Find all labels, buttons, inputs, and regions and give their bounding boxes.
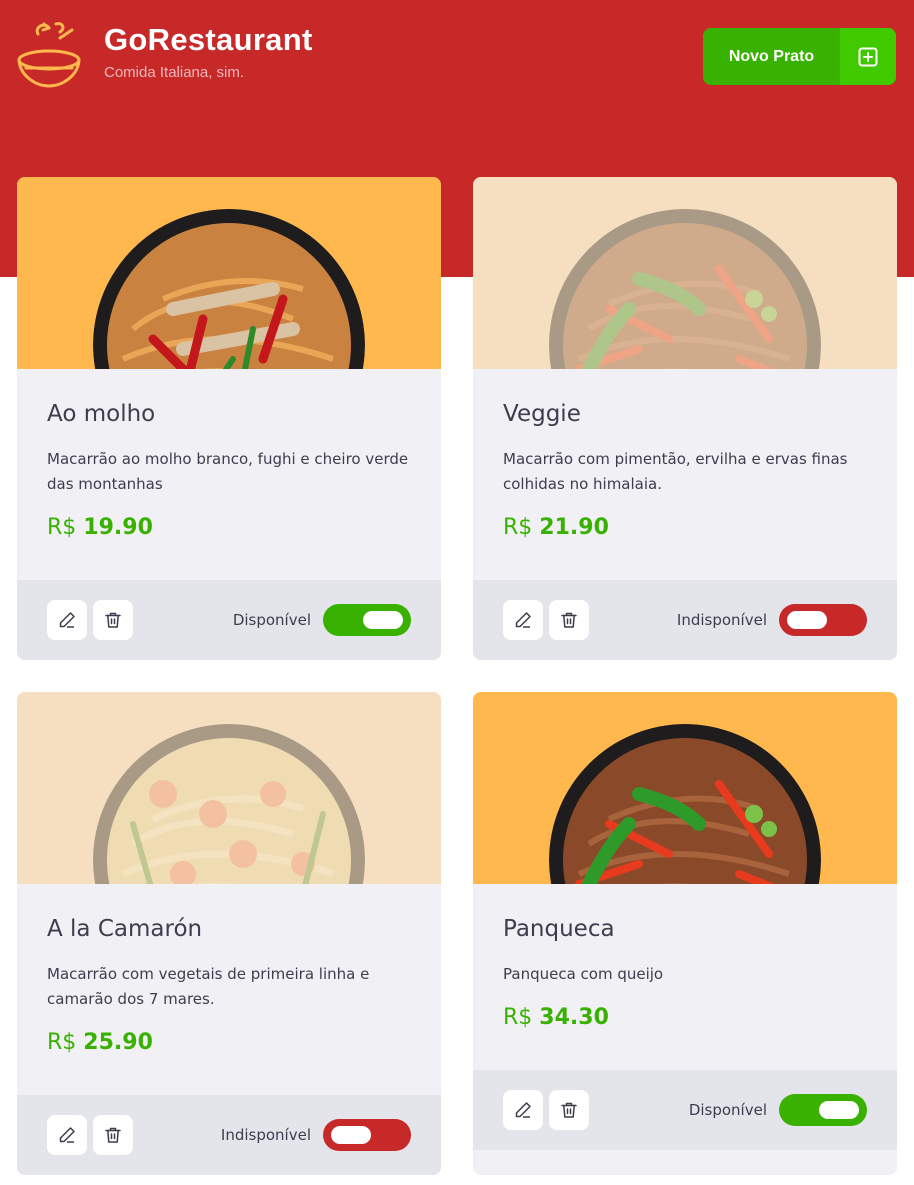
card-footer: Indisponível	[473, 580, 897, 660]
brand: GoRestaurant Comida Italiana, sim.	[16, 20, 313, 88]
dish-photo	[549, 724, 821, 884]
edit-button[interactable]	[503, 600, 543, 640]
toggle-knob	[819, 1101, 859, 1119]
availability-label: Indisponível	[220, 1126, 311, 1144]
trash-icon	[105, 1127, 121, 1143]
availability-toggle[interactable]	[323, 1119, 411, 1151]
dish-card: Panqueca Panqueca com queijo R$ 34.30 Di…	[473, 692, 897, 1175]
dish-photo	[93, 209, 365, 369]
price-currency: R$	[503, 1005, 533, 1030]
new-dish-label: Novo Prato	[728, 47, 815, 65]
availability-toggle[interactable]	[779, 1094, 867, 1126]
toggle-knob	[331, 1126, 371, 1144]
new-dish-button[interactable]: Novo Prato	[703, 28, 896, 85]
availability-toggle[interactable]	[779, 604, 867, 636]
pencil-icon	[515, 612, 531, 628]
dish-card: A la Camarón Macarrão com vegetais de pr…	[17, 692, 441, 1175]
dish-photo	[93, 724, 365, 884]
price-currency: R$	[47, 1030, 77, 1055]
trash-icon	[561, 612, 577, 628]
price-value: 25.90	[83, 1030, 153, 1055]
price-value: 21.90	[539, 515, 609, 540]
dish-image	[17, 692, 441, 884]
price-currency: R$	[47, 515, 77, 540]
availability-label: Disponível	[688, 1101, 767, 1119]
price-currency: R$	[503, 515, 533, 540]
brand-title: GoRestaurant	[104, 22, 313, 57]
dish-card: Ao molho Macarrão ao molho branco, fughi…	[17, 177, 441, 660]
availability-label: Disponível	[232, 611, 311, 629]
dish-image	[17, 177, 441, 369]
pencil-icon	[515, 1102, 531, 1118]
toggle-knob	[363, 611, 403, 629]
delete-button[interactable]	[93, 1115, 133, 1155]
dish-card: Veggie Macarrão com pimentão, ervilha e …	[473, 177, 897, 660]
dish-photo	[549, 209, 821, 369]
pencil-icon	[59, 1127, 75, 1143]
trash-icon	[561, 1102, 577, 1118]
availability-label: Indisponível	[676, 611, 767, 629]
toggle-knob	[787, 611, 827, 629]
bowl-icon	[17, 22, 81, 88]
availability-toggle[interactable]	[323, 604, 411, 636]
brand-subtitle: Comida Italiana, sim.	[104, 64, 245, 81]
dish-name: Panqueca	[503, 916, 615, 942]
edit-button[interactable]	[47, 600, 87, 640]
delete-button[interactable]	[549, 600, 589, 640]
plus-square-icon	[840, 28, 896, 85]
dish-description: Macarrão com vegetais de primeira linha …	[47, 965, 370, 1008]
dish-price: R$ 19.90	[47, 515, 411, 540]
dish-price: R$ 34.30	[503, 1005, 867, 1030]
delete-button[interactable]	[549, 1090, 589, 1130]
dish-image	[473, 692, 897, 884]
dish-name: Ao molho	[47, 401, 156, 427]
dish-price: R$ 21.90	[503, 515, 867, 540]
dish-price: R$ 25.90	[47, 1030, 411, 1055]
edit-button[interactable]	[503, 1090, 543, 1130]
edit-button[interactable]	[47, 1115, 87, 1155]
dish-description: Panqueca com queijo	[503, 965, 664, 983]
trash-icon	[105, 612, 121, 628]
dish-name: Veggie	[503, 401, 581, 427]
card-footer: Indisponível	[17, 1095, 441, 1175]
card-footer: Disponível	[17, 580, 441, 660]
delete-button[interactable]	[93, 600, 133, 640]
dish-image	[473, 177, 897, 369]
dish-description: Macarrão com pimentão, ervilha e ervas f…	[503, 450, 848, 493]
price-value: 19.90	[83, 515, 153, 540]
card-footer: Disponível	[473, 1070, 897, 1150]
dish-name: A la Camarón	[47, 916, 203, 942]
price-value: 34.30	[539, 1005, 609, 1030]
dish-description: Macarrão ao molho branco, fughi e cheiro…	[47, 450, 409, 493]
pencil-icon	[59, 612, 75, 628]
